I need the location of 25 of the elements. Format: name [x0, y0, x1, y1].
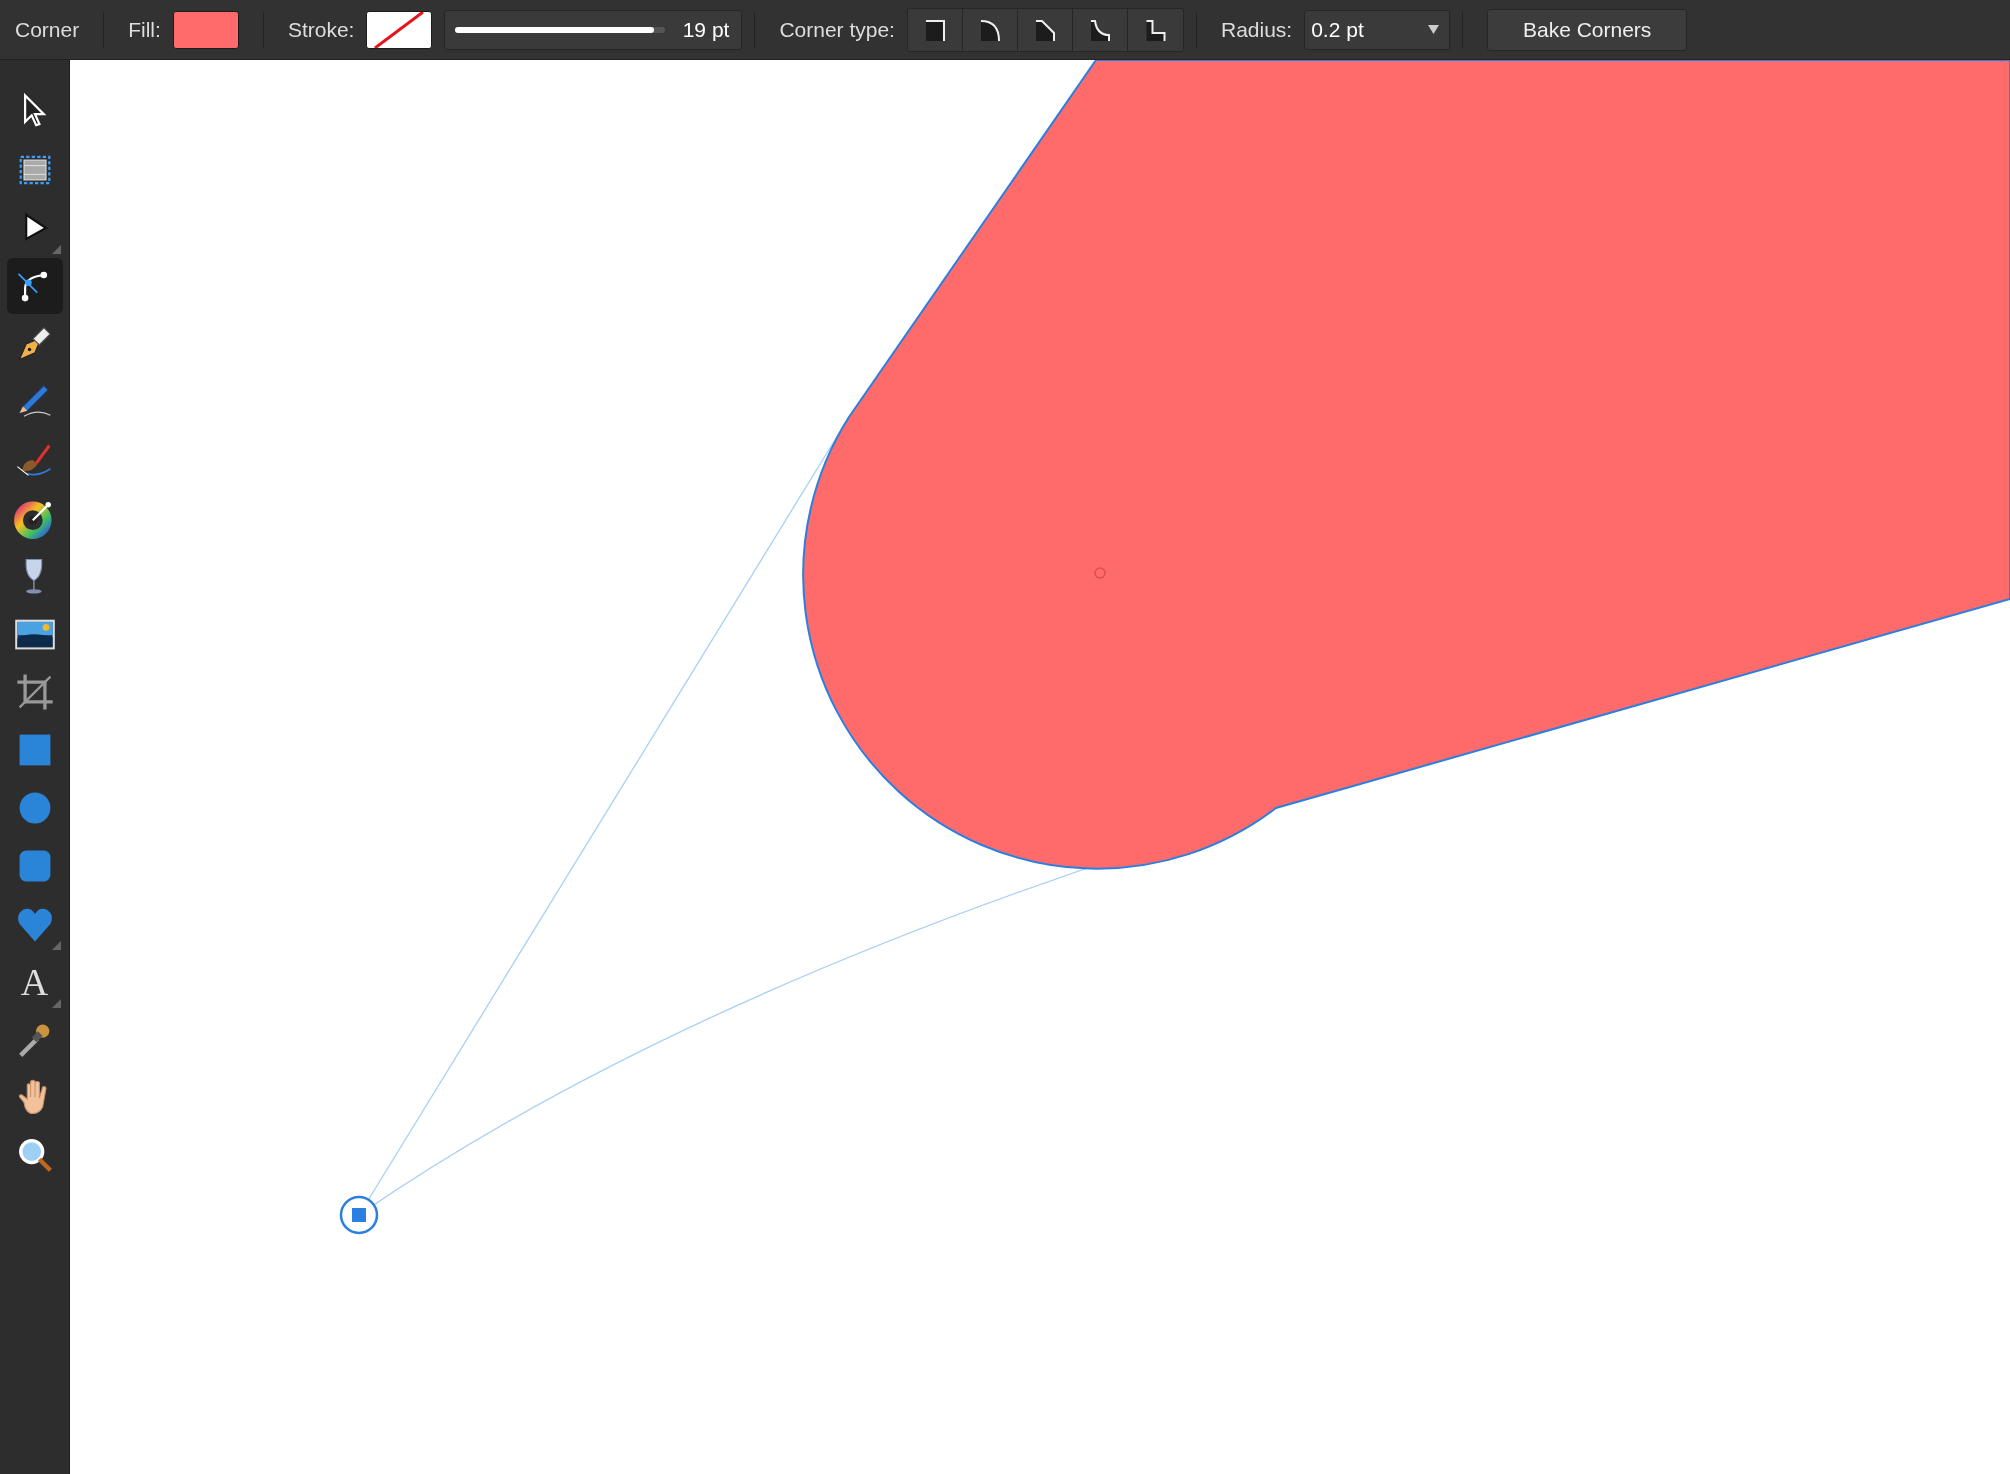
caret-icon: [1428, 25, 1440, 34]
flyout-corner-icon: [51, 999, 61, 1008]
tool-button[interactable]: [6, 258, 63, 314]
corner-type-button[interactable]: [1072, 8, 1128, 51]
flyout-corner-icon: [51, 245, 61, 254]
anchor-node[interactable]: [339, 1195, 379, 1235]
stroke-label: Stroke:: [287, 17, 355, 42]
flyout-corner-icon: [51, 941, 61, 950]
fill-swatch[interactable]: [172, 10, 239, 49]
rounded-shape[interactable]: [802, 60, 2010, 870]
corner-type-button[interactable]: [962, 8, 1018, 51]
corner-type-button[interactable]: [907, 8, 963, 51]
stroke-width-value: 19 pt: [682, 17, 730, 42]
center-marker-icon: [1094, 567, 1106, 579]
corner-type-button[interactable]: [1127, 8, 1183, 51]
fill-label: Fill:: [128, 17, 161, 42]
text-tool-button[interactable]: A: [6, 954, 63, 1010]
stroke-width-slider[interactable]: 19 pt: [444, 9, 743, 50]
radius-dropdown[interactable]: 0.2 pt: [1304, 9, 1451, 50]
stroke-swatch[interactable]: [366, 10, 433, 49]
mode-label: Corner: [15, 17, 80, 42]
corner-type-label: Corner type:: [779, 17, 895, 42]
radius-label: Radius:: [1220, 17, 1293, 42]
bake-corners-button[interactable]: Bake Corners: [1487, 8, 1688, 51]
corner-type-button[interactable]: [1017, 8, 1073, 51]
